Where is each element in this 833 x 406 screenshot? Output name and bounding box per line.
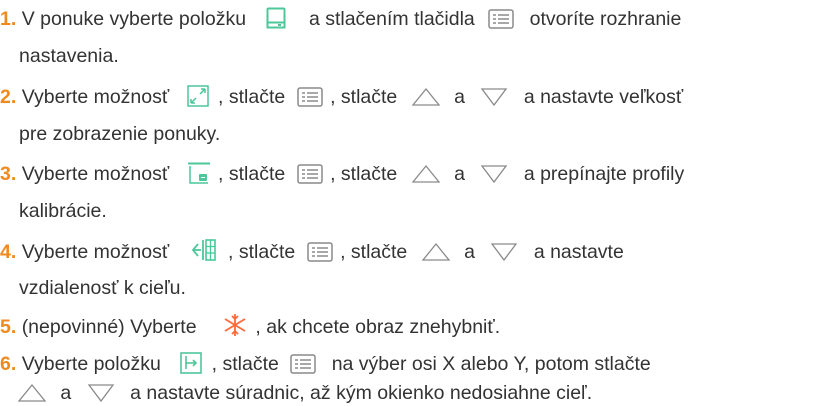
- menu-button-icon: [296, 164, 323, 184]
- step-text: , ak chcete obraz znehybniť.: [255, 316, 501, 338]
- step-text: Vyberte možnosť: [21, 241, 170, 263]
- step-number: 6.: [0, 353, 17, 375]
- coordinate-icon: [180, 352, 203, 374]
- step-text: a stlačením tlačidla: [308, 8, 475, 30]
- step-number: 5.: [0, 316, 17, 338]
- calibration-instructions: 1. V ponuke vyberte položku a stlačením …: [0, 0, 833, 406]
- step-text: , stlačte: [218, 86, 286, 108]
- step-text: , stlačte: [330, 163, 398, 185]
- down-triangle-icon: [480, 87, 508, 107]
- up-triangle-icon: [411, 87, 441, 107]
- step-text: (nepovinné) Vyberte: [21, 316, 197, 338]
- resize-icon: [186, 85, 209, 107]
- step-number: 3.: [0, 163, 17, 185]
- step-2-line-2: pre zobrazenie ponuky.: [19, 121, 220, 147]
- step-6-line-1: 6. Vyberte položku , stlačte na výber os…: [0, 351, 651, 377]
- step-text: , stlačte: [340, 241, 408, 263]
- step-6-line-2: a a nastavte súradnic, až kým okienko ne…: [17, 380, 592, 406]
- menu-button-icon: [290, 354, 317, 374]
- step-text: a prepínajte profily: [523, 163, 685, 185]
- step-text: a nastavte veľkosť: [523, 86, 684, 108]
- step-text: , stlačte: [218, 163, 286, 185]
- step-text: a nastavte súradnic, až kým okienko nedo…: [130, 382, 593, 404]
- step-5-line-1: 5. (nepovinné) Vyberte , ak chcete obraz…: [0, 313, 500, 339]
- step-text: nastavenia.: [19, 45, 119, 67]
- down-triangle-icon: [490, 242, 518, 262]
- up-triangle-icon: [421, 242, 451, 262]
- menu-button-icon: [296, 87, 323, 107]
- step-text: , stlačte: [211, 353, 279, 375]
- step-4-line-2: vzdialenosť k cieľu.: [19, 275, 186, 301]
- step-text: Vyberte možnosť: [21, 86, 170, 108]
- down-triangle-icon: [87, 383, 115, 403]
- step-text: a: [464, 241, 475, 263]
- step-text: kalibrácie.: [19, 200, 107, 222]
- step-number: 2.: [0, 86, 17, 108]
- step-1-line-2: nastavenia.: [19, 43, 119, 69]
- step-text: na výber osi X alebo Y, potom stlačte: [331, 353, 651, 375]
- target-distance-icon: [191, 238, 217, 262]
- calibration-profile-icon: [187, 162, 211, 184]
- step-text: otvoríte rozhranie: [529, 8, 682, 30]
- up-triangle-icon: [17, 383, 47, 403]
- down-triangle-icon: [480, 164, 508, 184]
- step-2-line-1: 2. Vyberte možnosť , stlačte , stlačte a…: [0, 84, 683, 110]
- display-icon: [266, 7, 286, 29]
- step-text: Vyberte položku: [21, 353, 161, 375]
- step-1-line-1: 1. V ponuke vyberte položku a stlačením …: [0, 6, 681, 32]
- step-text: vzdialenosť k cieľu.: [19, 277, 186, 299]
- freeze-snowflake-icon: [222, 313, 248, 337]
- up-triangle-icon: [411, 164, 441, 184]
- step-text: pre zobrazenie ponuky.: [19, 123, 221, 145]
- step-text: V ponuke vyberte položku: [21, 8, 247, 30]
- step-4-line-1: 4. Vyberte možnosť , stlačte , stlačte a…: [0, 238, 624, 264]
- menu-button-icon: [306, 242, 333, 262]
- step-text: a nastavte: [533, 241, 624, 263]
- step-text: , stlačte: [330, 86, 398, 108]
- step-text: Vyberte možnosť: [21, 163, 170, 185]
- step-3-line-1: 3. Vyberte možnosť , stlačte , stlačte a…: [0, 161, 684, 187]
- step-text: , stlačte: [228, 241, 296, 263]
- menu-button-icon: [488, 9, 514, 29]
- step-text: a: [454, 163, 465, 185]
- step-number: 4.: [0, 241, 17, 263]
- step-3-line-2: kalibrácie.: [19, 198, 107, 224]
- step-text: a: [454, 86, 465, 108]
- step-number: 1.: [0, 8, 17, 30]
- step-text: a: [60, 382, 72, 404]
